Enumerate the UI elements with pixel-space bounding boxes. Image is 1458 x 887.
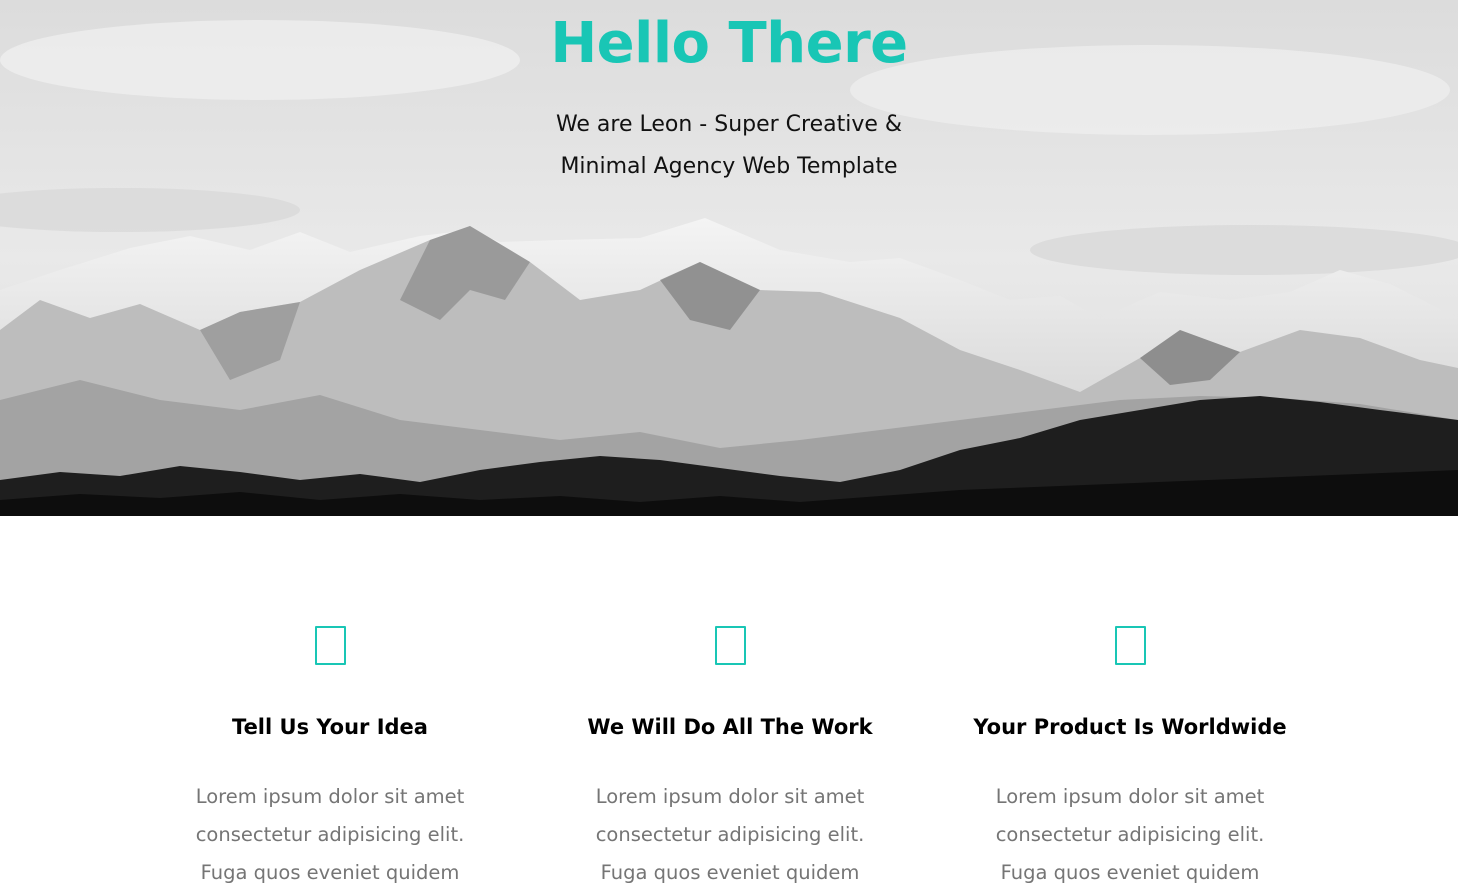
hero-title: Hello There — [550, 11, 908, 76]
feature-text-line: consectetur adipisicing elit. — [995, 823, 1265, 846]
feature-text-line: consectetur adipisicing elit. — [195, 823, 465, 846]
feature-description: Lorem ipsum dolor sit amet consectetur a… — [550, 778, 910, 887]
outline-box-icon — [1115, 626, 1146, 665]
feature-description: Lorem ipsum dolor sit amet consectetur a… — [150, 778, 510, 887]
feature-title: Your Product Is Worldwide — [973, 715, 1287, 739]
hero-subtitle-line: Minimal Agency Web Template — [560, 154, 898, 179]
hero-section: Hello There We are Leon - Super Creative… — [0, 0, 1458, 516]
outline-box-icon — [715, 626, 746, 665]
feature-title: Tell Us Your Idea — [232, 715, 428, 739]
feature-text-line: Fuga quos eveniet quidem — [200, 861, 460, 884]
hero-subtitle: We are Leon - Super Creative & Minimal A… — [529, 104, 929, 188]
feature-description: Lorem ipsum dolor sit amet consectetur a… — [950, 778, 1310, 887]
feature-text-line: Lorem ipsum dolor sit amet — [195, 785, 465, 808]
feature-text-line: Fuga quos eveniet quidem — [600, 861, 860, 884]
outline-box-icon — [315, 626, 346, 665]
feature-text-line: Lorem ipsum dolor sit amet — [595, 785, 865, 808]
hero-subtitle-line: We are Leon - Super Creative & — [555, 112, 903, 137]
feature-text-line: Lorem ipsum dolor sit amet — [995, 785, 1265, 808]
feature-text-line: Fuga quos eveniet quidem — [1000, 861, 1260, 884]
feature-text-line: consectetur adipisicing elit. — [595, 823, 865, 846]
feature-title: We Will Do All The Work — [587, 715, 873, 739]
features-section: Tell Us Your Idea Lorem ipsum dolor sit … — [0, 516, 1458, 887]
